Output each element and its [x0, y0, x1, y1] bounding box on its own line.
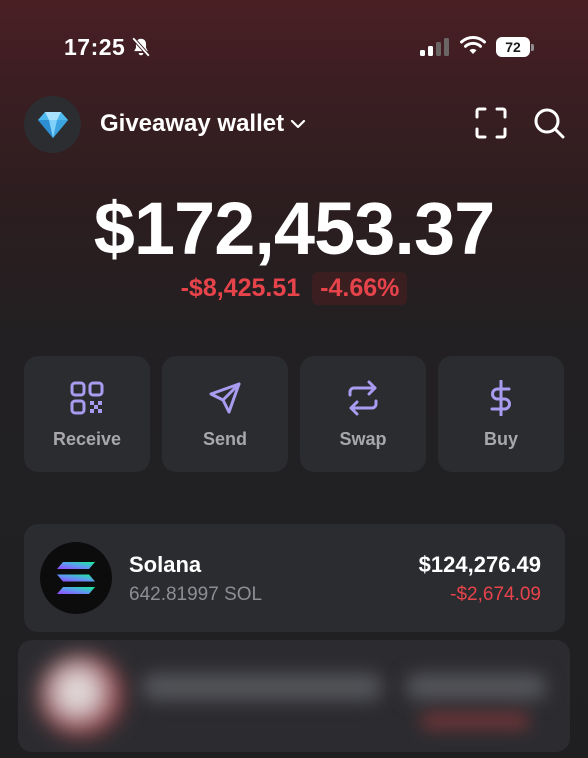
- cellular-signal-icon: [420, 38, 449, 56]
- battery-icon: 72: [496, 37, 534, 57]
- swap-button[interactable]: Swap: [300, 356, 426, 472]
- battery-cap: [531, 44, 534, 51]
- token-row-solana[interactable]: Solana 642.81997 SOL $124,276.49 -$2,674…: [24, 524, 565, 632]
- balance-change-percent: -4.66%: [312, 272, 408, 305]
- token-name: Solana: [129, 552, 202, 577]
- blurred-token-value: [406, 674, 546, 700]
- bell-muted-icon: [131, 37, 151, 57]
- buy-label: Buy: [483, 429, 518, 449]
- dollar-icon: [490, 380, 511, 416]
- balance-change-row: -$8,425.51 -4.66%: [0, 272, 588, 305]
- blurred-token-logo: [38, 654, 126, 738]
- total-balance: $172,453.37: [93, 187, 496, 270]
- chevron-down-icon: [291, 119, 306, 129]
- scan-icon[interactable]: [474, 106, 508, 140]
- battery-level: 72: [496, 37, 530, 57]
- token-value: $124,276.49: [418, 552, 541, 577]
- token-amount: 642.81997 SOL: [129, 584, 263, 605]
- receive-label: Receive: [52, 429, 122, 449]
- wifi-icon: [460, 36, 486, 54]
- solana-icon: [57, 562, 95, 594]
- wallet-switcher[interactable]: Giveaway wallet: [100, 108, 306, 140]
- blurred-token-change: [420, 712, 530, 730]
- token-row-blurred[interactable]: [18, 640, 570, 752]
- search-icon[interactable]: [532, 106, 566, 140]
- token-change: -$2,674.09: [450, 584, 541, 605]
- wallet-avatar[interactable]: [24, 96, 81, 153]
- status-bar: 17:25 72: [0, 0, 588, 94]
- swap-label: Swap: [339, 429, 387, 449]
- solana-logo: [40, 542, 112, 614]
- send-label: Send: [202, 429, 247, 449]
- buy-button[interactable]: Buy: [438, 356, 564, 472]
- swap-icon: [348, 380, 378, 416]
- receive-button[interactable]: Receive: [24, 356, 150, 472]
- wallet-name: Giveaway wallet: [100, 110, 285, 137]
- send-button[interactable]: Send: [162, 356, 288, 472]
- send-icon: [209, 382, 241, 414]
- blurred-token-name: [142, 674, 382, 700]
- qr-code-icon: [70, 381, 104, 415]
- balance-change-amount: -$8,425.51: [180, 274, 301, 302]
- status-time: 17:25: [64, 34, 126, 60]
- diamond-icon: [37, 111, 68, 138]
